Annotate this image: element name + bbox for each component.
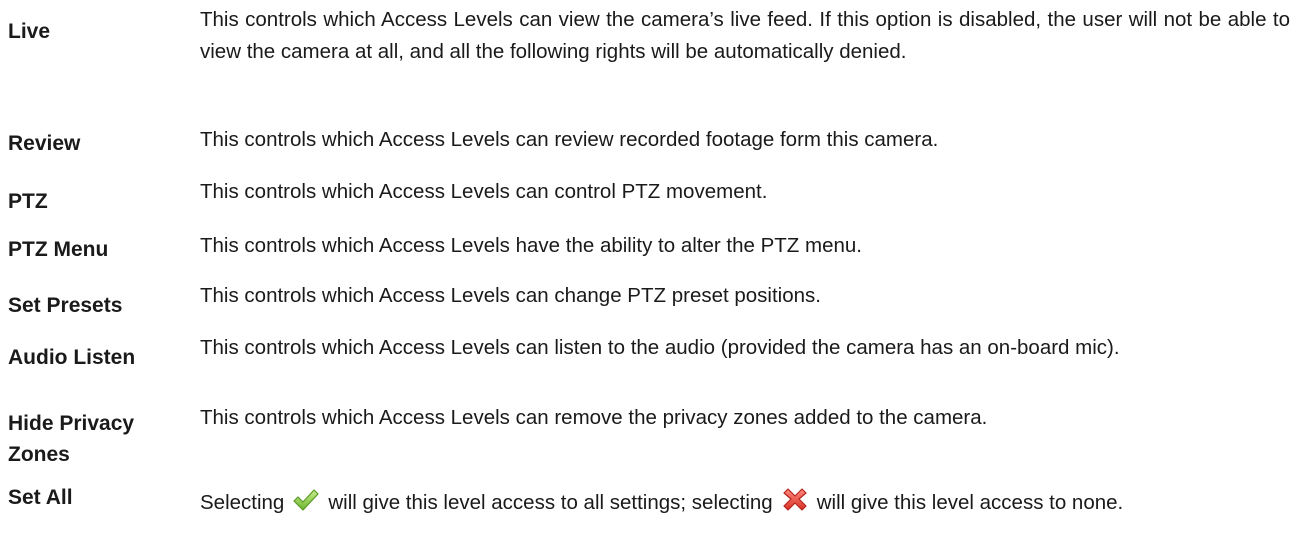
desc-ptz-menu: This controls which Access Levels have t…: [200, 234, 862, 257]
desc-review: This controls which Access Levels can re…: [200, 128, 939, 151]
term-audio-listen: Audio Listen: [8, 346, 136, 369]
permissions-document: Live This controls which Access Levels c…: [0, 0, 1303, 551]
red-x-icon: [781, 486, 809, 512]
term-hide-privacy-zones: Hide Privacy Zones: [8, 412, 135, 466]
desc-hide-privacy-zones: This controls which Access Levels can re…: [200, 406, 988, 429]
desc-set-presets: This controls which Access Levels can ch…: [200, 284, 821, 307]
set-all-text-3: will give this level access to none.: [816, 491, 1124, 514]
term-set-all: Set All: [8, 486, 73, 509]
desc-ptz: This controls which Access Levels can co…: [200, 180, 768, 203]
set-all-text-1: Selecting: [200, 491, 285, 514]
desc-audio-listen: This controls which Access Levels can li…: [200, 336, 1120, 359]
desc-set-all: Selecting will give this level access to…: [200, 486, 1290, 519]
desc-live: This controls which Access Levels can vi…: [200, 8, 1290, 63]
term-live: Live: [8, 20, 51, 43]
term-set-presets: Set Presets: [8, 294, 123, 317]
green-check-icon: [292, 488, 320, 512]
set-all-text-2: will give this level access to all setti…: [328, 491, 773, 514]
term-ptz-menu: PTZ Menu: [8, 238, 109, 261]
term-review: Review: [8, 132, 81, 155]
term-ptz: PTZ: [8, 190, 48, 213]
